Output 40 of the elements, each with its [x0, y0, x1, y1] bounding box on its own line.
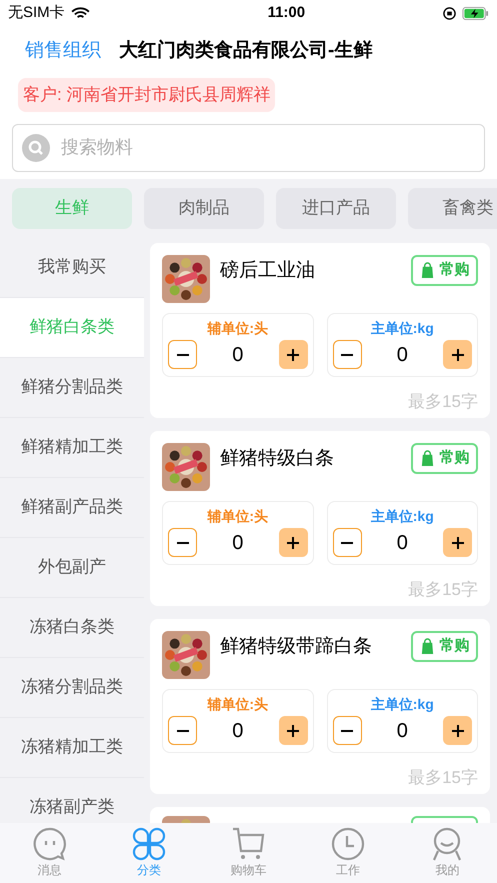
quantity-value: 0: [396, 342, 408, 368]
quantity-value: 0: [396, 718, 408, 744]
sidebar-item[interactable]: 鲜猪精加工类: [0, 418, 144, 478]
category-tab[interactable]: 进口产品: [276, 188, 396, 228]
product-name: 磅后工业油: [220, 258, 316, 282]
quantity-value: 0: [232, 718, 244, 744]
product-name: 鲜猪特级白条: [220, 446, 335, 470]
tab-bar-item[interactable]: 我的: [412, 827, 482, 879]
unit-label: 主单位:kg: [370, 506, 434, 526]
unit-label: 辅单位:头: [207, 506, 268, 526]
sales-org-label: 销售组织: [25, 38, 101, 63]
tab-bar-item[interactable]: 购物车: [213, 827, 284, 879]
unit-label: 主单位:kg: [370, 318, 434, 338]
unit-label: 辅单位:头: [207, 694, 268, 714]
category-tab[interactable]: 畜禽类: [408, 188, 497, 228]
tab-bar-item[interactable]: 消息: [14, 827, 85, 879]
tab-bar-item[interactable]: 工作: [312, 827, 383, 879]
unit-label: 主单位:kg: [370, 694, 434, 714]
sidebar-item[interactable]: 鲜猪分割品类: [0, 358, 144, 418]
sidebar-item[interactable]: 外包副产: [0, 538, 144, 598]
sidebar-item[interactable]: 鲜猪白条类: [0, 298, 144, 358]
sidebar-item[interactable]: 鲜猪副产品类: [0, 478, 144, 538]
company-title: 大红门肉类食品有限公司-生鲜: [119, 38, 372, 63]
search-field[interactable]: 搜索物料: [12, 124, 485, 172]
quantity-value: 0: [232, 342, 244, 368]
unit-label: 辅单位:头: [207, 318, 268, 338]
quantity-value: 0: [232, 530, 244, 556]
sidebar-item[interactable]: 冻猪白条类: [0, 598, 144, 658]
carrier-text: 无SIM卡: [8, 2, 65, 23]
quantity-value: 0: [396, 530, 408, 556]
frequent-buy-button[interactable]: 常购: [411, 442, 478, 474]
frequent-buy-button[interactable]: 常购: [411, 254, 478, 286]
clock-time: 11:00: [268, 2, 306, 23]
sidebar-item[interactable]: 冻猪精加工类: [0, 718, 144, 778]
category-tab[interactable]: 肉制品: [144, 188, 264, 228]
tab-bar-item[interactable]: 分类: [114, 827, 184, 879]
product-name: 鲜猪特级带蹄白条: [220, 634, 373, 658]
customer-badge: 客户: 河南省开封市尉氏县周辉祥: [18, 78, 276, 112]
frequent-buy-button[interactable]: 常购: [411, 630, 478, 662]
sidebar-item[interactable]: 冻猪分割品类: [0, 658, 144, 718]
